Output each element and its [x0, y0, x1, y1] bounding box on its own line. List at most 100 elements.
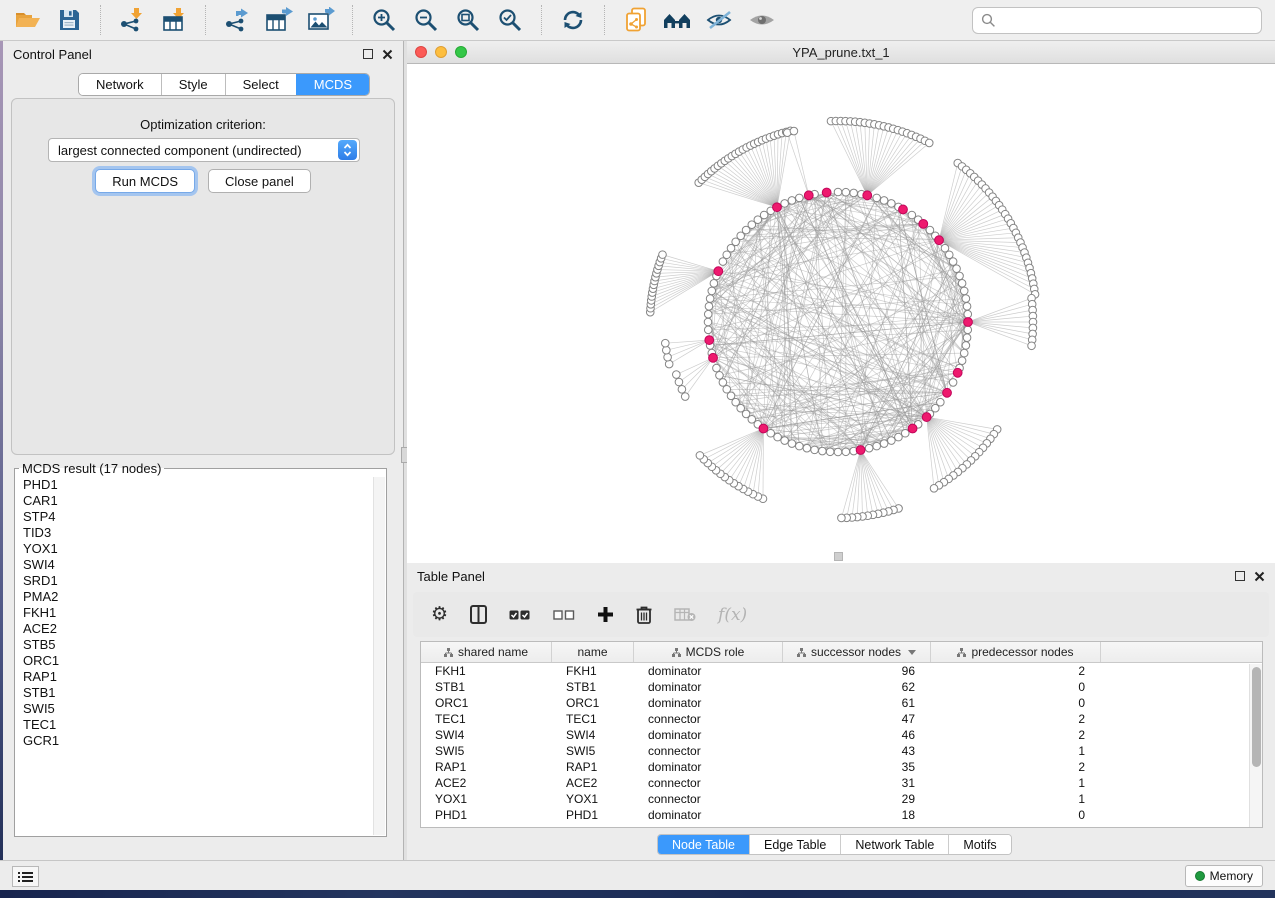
search-input[interactable]	[1002, 12, 1253, 29]
table-tabs: Node TableEdge TableNetwork TableMotifs	[657, 834, 1012, 855]
float-panel-icon[interactable]	[1235, 571, 1245, 581]
list-scrollbar[interactable]	[373, 477, 385, 835]
column-header-predecessor-nodes[interactable]: predecessor nodes	[931, 642, 1101, 662]
import-table-icon[interactable]	[153, 2, 195, 38]
column-header-shared-name[interactable]: shared name	[421, 642, 552, 662]
sort-desc-icon	[908, 650, 916, 655]
column-header-MCDS-role[interactable]: MCDS role	[634, 642, 783, 662]
table-row[interactable]: TEC1TEC1connector472	[421, 711, 1262, 727]
show-columns-icon[interactable]	[470, 605, 487, 624]
zoom-fit-icon[interactable]	[447, 2, 489, 38]
table-row[interactable]: RAP1RAP1dominator352	[421, 759, 1262, 775]
table-row[interactable]: STB1STB1dominator620	[421, 679, 1262, 695]
close-panel-icon[interactable]	[1254, 571, 1265, 582]
table-panel: Table Panel ⚙ f(x) shared namenameMCDS r…	[407, 563, 1275, 860]
zoom-in-icon[interactable]	[363, 2, 405, 38]
search-icon	[981, 13, 996, 28]
table-scrollbar[interactable]	[1249, 664, 1262, 828]
search-field[interactable]	[972, 7, 1262, 34]
table-settings-icon[interactable]: ⚙	[431, 605, 448, 624]
save-session-icon[interactable]	[48, 2, 90, 38]
mcds-result-item[interactable]: PMA2	[16, 589, 385, 605]
column-header-filler	[1101, 642, 1262, 662]
column-header-name[interactable]: name	[552, 642, 634, 662]
tab-network-table[interactable]: Network Table	[840, 835, 948, 854]
unselect-all-icon[interactable]	[553, 609, 575, 621]
tab-edge-table[interactable]: Edge Table	[749, 835, 840, 854]
mcds-result-item[interactable]: ORC1	[16, 653, 385, 669]
memory-button[interactable]: Memory	[1185, 865, 1263, 887]
tab-mcds[interactable]: MCDS	[296, 74, 369, 95]
table-row[interactable]: YOX1YOX1connector291	[421, 791, 1262, 807]
table-row[interactable]: PHD1PHD1dominator180	[421, 807, 1262, 823]
mcds-panel: Optimization criterion: largest connecte…	[11, 98, 395, 455]
first-neighbors-icon[interactable]	[657, 2, 699, 38]
mcds-result-item[interactable]: YOX1	[16, 541, 385, 557]
scrollbar-thumb[interactable]	[1252, 667, 1261, 767]
table-row[interactable]: SWI4SWI4dominator462	[421, 727, 1262, 743]
mcds-result-item[interactable]: GCR1	[16, 733, 385, 749]
table-row[interactable]: FKH1FKH1dominator962	[421, 663, 1262, 679]
mcds-result-item[interactable]: SWI4	[16, 557, 385, 573]
canvas-grip[interactable]	[834, 552, 843, 561]
hide-selected-icon[interactable]	[699, 2, 741, 38]
table-row[interactable]: ORC1ORC1dominator610	[421, 695, 1262, 711]
mcds-result-item[interactable]: CAR1	[16, 493, 385, 509]
import-network-icon[interactable]	[111, 2, 153, 38]
mcds-result-item[interactable]: SWI5	[16, 701, 385, 717]
select-all-icon[interactable]	[509, 609, 531, 621]
mcds-result-item[interactable]: FKH1	[16, 605, 385, 621]
toolbar-separator	[541, 5, 542, 35]
refresh-icon[interactable]	[552, 2, 594, 38]
mcds-result-list[interactable]: PHD1CAR1STP4TID3YOX1SWI4SRD1PMA2FKH1ACE2…	[16, 477, 385, 835]
export-image-icon[interactable]	[300, 2, 342, 38]
show-all-icon[interactable]	[741, 2, 783, 38]
mcds-result-item[interactable]: SRD1	[16, 573, 385, 589]
new-network-from-selection-icon[interactable]	[615, 2, 657, 38]
open-session-icon[interactable]	[6, 2, 48, 38]
function-builder-icon: f(x)	[718, 605, 747, 625]
run-mcds-button[interactable]: Run MCDS	[95, 169, 195, 193]
mcds-result-item[interactable]: TEC1	[16, 717, 385, 733]
float-panel-icon[interactable]	[363, 49, 373, 59]
list-icon	[18, 871, 33, 883]
create-column-icon[interactable]	[597, 606, 614, 623]
table-row[interactable]: SWI5SWI5connector431	[421, 743, 1262, 759]
mcds-result-item[interactable]: TID3	[16, 525, 385, 541]
tab-select[interactable]: Select	[225, 74, 296, 95]
tab-motifs[interactable]: Motifs	[948, 835, 1010, 854]
toolbar-separator	[352, 5, 353, 35]
main-toolbar	[0, 0, 1275, 41]
network-graph[interactable]	[407, 64, 1275, 563]
export-table-icon[interactable]	[258, 2, 300, 38]
control-panel-title: Control Panel	[13, 47, 92, 62]
mcds-result-item[interactable]: STB5	[16, 637, 385, 653]
close-panel-icon[interactable]	[382, 49, 393, 60]
criterion-select[interactable]: largest connected component (undirected)	[48, 138, 360, 162]
mcds-result-item[interactable]: STB1	[16, 685, 385, 701]
mcds-result-group: MCDS result (17 nodes) PHD1CAR1STP4TID3Y…	[14, 461, 387, 837]
mcds-result-item[interactable]: PHD1	[16, 477, 385, 493]
zoom-out-icon[interactable]	[405, 2, 447, 38]
delete-columns-icon[interactable]	[636, 605, 652, 624]
mcds-result-item[interactable]: ACE2	[16, 621, 385, 637]
tab-style[interactable]: Style	[161, 74, 225, 95]
zoom-selected-icon[interactable]	[489, 2, 531, 38]
delete-table-icon	[674, 607, 696, 622]
task-history-button[interactable]	[12, 866, 39, 887]
network-titlebar[interactable]: YPA_prune.txt_1	[407, 41, 1275, 64]
node-table-header: shared namenameMCDS rolesuccessor nodesp…	[421, 642, 1262, 663]
tab-node-table[interactable]: Node Table	[658, 835, 749, 854]
tab-network[interactable]: Network	[79, 74, 161, 95]
mcds-result-item[interactable]: RAP1	[16, 669, 385, 685]
memory-label: Memory	[1210, 869, 1253, 883]
status-bar: Memory	[0, 860, 1275, 890]
export-network-icon[interactable]	[216, 2, 258, 38]
mcds-result-item[interactable]: STP4	[16, 509, 385, 525]
column-header-successor-nodes[interactable]: successor nodes	[783, 642, 931, 662]
close-panel-button[interactable]: Close panel	[208, 169, 311, 193]
control-panel: Control Panel NetworkStyleSelectMCDS Opt…	[3, 41, 403, 860]
table-row[interactable]: ACE2ACE2connector311	[421, 775, 1262, 791]
network-canvas[interactable]	[407, 64, 1275, 563]
memory-status-icon	[1195, 871, 1205, 881]
